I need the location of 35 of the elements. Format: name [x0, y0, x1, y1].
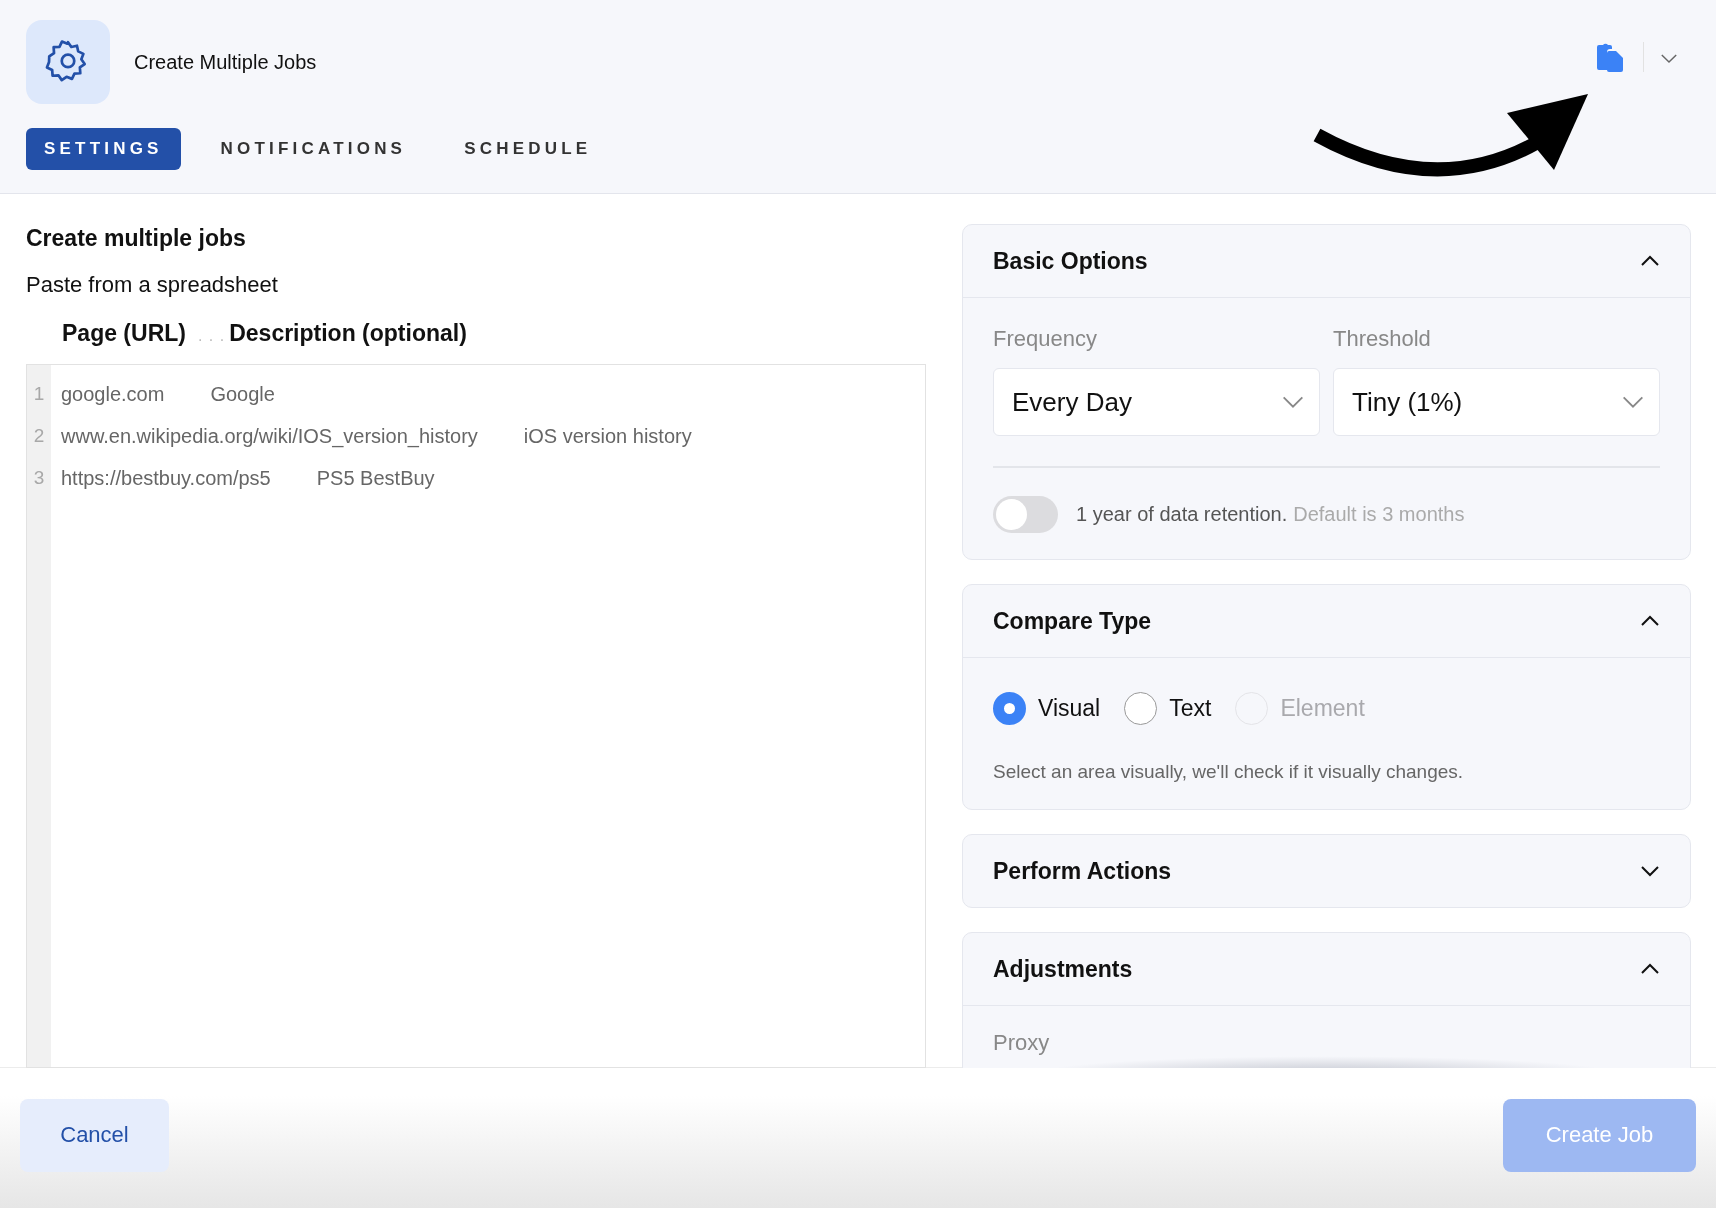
line-number: 1 — [32, 382, 46, 406]
description-text: Google — [210, 383, 275, 405]
column-header: Description (optional) — [229, 320, 467, 347]
cancel-button[interactable]: Cancel — [20, 1098, 169, 1172]
url-text: google.com — [61, 383, 165, 405]
field-label: Proxy — [993, 1030, 1051, 1056]
url-text: https://bestbuy.com/ps5 — [61, 467, 271, 489]
field-label: Threshold — [1333, 326, 1432, 352]
instruction-text: Paste from a spreadsheet — [26, 272, 279, 298]
column-header: Page (URL) — [62, 320, 186, 347]
panel-title: Basic Options — [993, 247, 1148, 275]
tab[interactable]: SETTINGS — [26, 128, 181, 170]
section-heading: Create multiple jobs — [26, 224, 247, 252]
radio-label: Text — [1169, 695, 1212, 722]
dialog-title: Create Multiple Jobs — [134, 50, 317, 74]
tab[interactable]: NOTIFICATIONS — [202, 128, 425, 170]
radio-label: Visual — [1038, 695, 1101, 722]
tab[interactable]: SCHEDULE — [446, 128, 610, 170]
field-label: Frequency — [993, 326, 1098, 352]
radio-label: Element — [1280, 695, 1365, 722]
line-number: 2 — [32, 424, 46, 448]
panel-title: Perform Actions — [993, 857, 1172, 885]
help-text: Select an area visually, we'll check if it visually changes. — [993, 761, 1465, 783]
line-number: 3 — [32, 466, 46, 490]
description-text: iOS version history — [523, 425, 692, 447]
url-text: www.en.wikipedia.org/wiki/IOS_version_history — [61, 425, 478, 447]
spreadsheet-editor[interactable]: 1 2 3 google.com Google www.en.wikipedia.org/wiki/IOS_version_history iOS version history https://bestbuy.com/ps5 PS5 BestBuy — [26, 364, 926, 1068]
column-separator: . . . — [197, 327, 226, 345]
panel-title: Compare Type — [993, 607, 1152, 635]
dropdown[interactable]: Tiny (1%) — [1333, 368, 1660, 436]
description-text: PS5 BestBuy — [316, 467, 435, 489]
dropdown[interactable]: Every Day — [993, 368, 1320, 436]
panel-title: Adjustments — [993, 955, 1133, 983]
hint-text: Default is 3 months — [1293, 503, 1465, 526]
toggle-label: 1 year of data retention. — [1076, 503, 1288, 526]
